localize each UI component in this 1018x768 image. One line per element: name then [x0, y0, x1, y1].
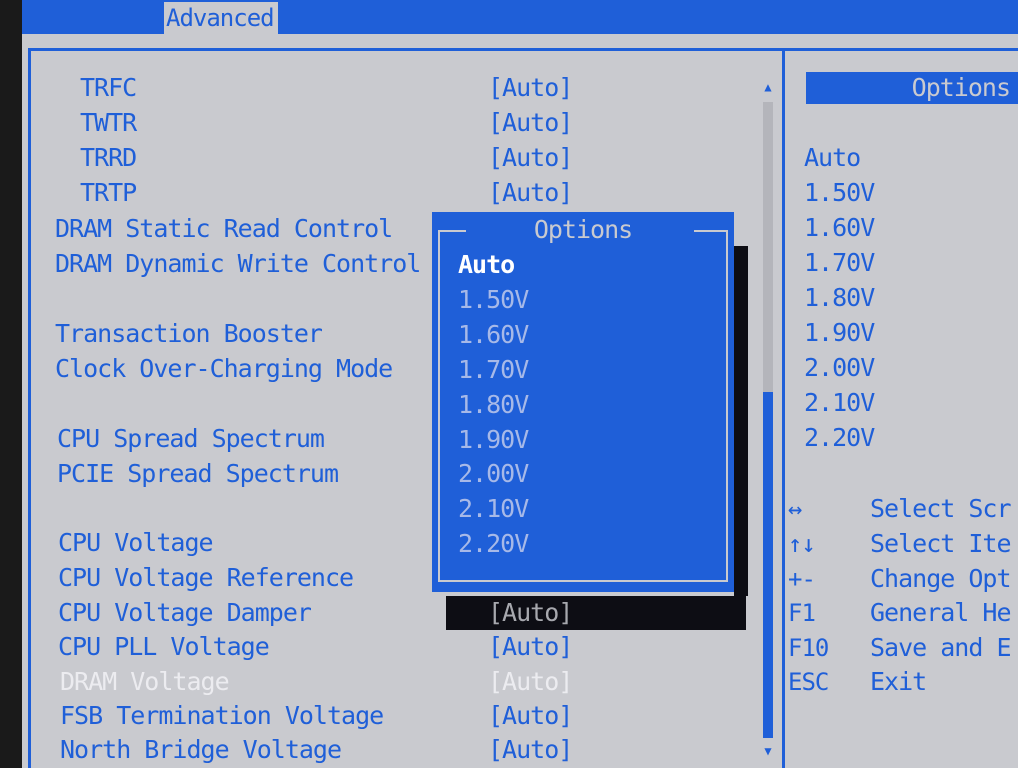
setting-north-bridge-voltage-value[interactable]: [Auto] — [488, 734, 573, 766]
side-options-header: Options — [806, 72, 1018, 104]
setting-clock-over-charging-mode[interactable]: Clock Over-Charging Mode — [55, 353, 393, 385]
setting-cpu-pll-voltage-value[interactable]: [Auto] — [488, 631, 573, 663]
bios-screen: Advanced TRFC [Auto] TWTR [Auto] TRRD [A… — [22, 0, 1018, 768]
setting-dram-dynamic-write-control[interactable]: DRAM Dynamic Write Control — [55, 248, 421, 280]
setting-trrd-label[interactable]: TRRD — [80, 142, 137, 174]
setting-cpu-spread-spectrum[interactable]: CPU Spread Spectrum — [57, 423, 325, 455]
setting-twtr-label[interactable]: TWTR — [80, 107, 137, 139]
key-general-help-desc: General He — [870, 598, 1012, 627]
popup-option-1-70v[interactable]: 1.70V — [458, 354, 529, 386]
popup-title: Options — [533, 215, 633, 244]
menu-bar: Advanced — [22, 0, 1018, 34]
key-save-exit-desc: Save and E — [870, 633, 1012, 662]
popup-option-2-00v[interactable]: 2.00V — [458, 458, 529, 490]
side-option-2-20v: 2.20V — [804, 423, 875, 452]
popup-option-1-50v[interactable]: 1.50V — [458, 284, 529, 316]
setting-cpu-voltage-damper-value[interactable]: [Auto] — [488, 597, 573, 629]
side-option-2-10v: 2.10V — [804, 388, 875, 417]
setting-cpu-voltage-reference[interactable]: CPU Voltage Reference — [58, 562, 354, 594]
settings-scrollbar[interactable]: ▲ ▼ — [761, 80, 775, 760]
setting-dram-static-read-control[interactable]: DRAM Static Read Control — [55, 213, 393, 245]
scroll-down-icon[interactable]: ▼ — [761, 744, 775, 758]
setting-dram-voltage-value[interactable]: [Auto] — [488, 666, 573, 698]
panel-divider — [782, 48, 785, 768]
help-panel-frame — [785, 48, 1018, 51]
setting-cpu-pll-voltage-label[interactable]: CPU PLL Voltage — [58, 631, 270, 663]
side-option-1-60v: 1.60V — [804, 213, 875, 242]
setting-transaction-booster[interactable]: Transaction Booster — [55, 318, 323, 350]
setting-twtr-value[interactable]: [Auto] — [488, 107, 573, 139]
setting-fsb-termination-voltage-label[interactable]: FSB Termination Voltage — [60, 700, 384, 732]
setting-pcie-spread-spectrum[interactable]: PCIE Spread Spectrum — [57, 458, 339, 490]
key-select-item-desc: Select Ite — [870, 529, 1012, 558]
popup-shadow — [734, 246, 748, 596]
popup-option-1-90v[interactable]: 1.90V — [458, 424, 529, 456]
setting-cpu-voltage-damper-label[interactable]: CPU Voltage Damper — [58, 597, 312, 629]
side-option-1-50v: 1.50V — [804, 178, 875, 207]
options-popup: Options Auto 1.50V 1.60V 1.70V 1.80V 1.9… — [432, 212, 734, 592]
side-option-1-80v: 1.80V — [804, 283, 875, 312]
side-option-1-70v: 1.70V — [804, 248, 875, 277]
scroll-thumb[interactable] — [763, 102, 773, 392]
popup-option-1-60v[interactable]: 1.60V — [458, 319, 529, 351]
popup-option-2-10v[interactable]: 2.10V — [458, 493, 529, 525]
scroll-up-icon[interactable]: ▲ — [761, 80, 775, 94]
popup-option-1-80v[interactable]: 1.80V — [458, 389, 529, 421]
setting-fsb-termination-voltage-value[interactable]: [Auto] — [488, 700, 573, 732]
key-plus-minus: +- — [788, 565, 816, 593]
setting-trtp-label[interactable]: TRTP — [80, 177, 137, 209]
side-option-1-90v: 1.90V — [804, 318, 875, 347]
setting-trrd-value[interactable]: [Auto] — [488, 142, 573, 174]
side-option-auto: Auto — [804, 143, 861, 172]
setting-dram-voltage-label[interactable]: DRAM Voltage — [60, 666, 230, 698]
key-up-down-icon: ↑↓ — [788, 530, 816, 558]
side-option-2-00v: 2.00V — [804, 353, 875, 382]
key-f10: F10 — [788, 634, 829, 662]
key-left-right-icon: ↔ — [788, 495, 802, 523]
setting-north-bridge-voltage-label[interactable]: North Bridge Voltage — [60, 734, 342, 766]
setting-trfc-value[interactable]: [Auto] — [488, 72, 573, 104]
key-esc: ESC — [788, 668, 829, 696]
popup-option-auto[interactable]: Auto — [458, 249, 515, 281]
setting-trtp-value[interactable]: [Auto] — [488, 177, 573, 209]
tab-advanced[interactable]: Advanced — [164, 2, 278, 34]
popup-option-2-20v[interactable]: 2.20V — [458, 528, 529, 560]
key-change-option-desc: Change Opt — [870, 564, 1012, 593]
key-select-screen-desc: Select Scr — [870, 494, 1012, 523]
setting-trfc-label[interactable]: TRFC — [80, 72, 137, 104]
setting-cpu-voltage[interactable]: CPU Voltage — [58, 527, 214, 559]
key-exit-desc: Exit — [870, 667, 927, 696]
key-f1: F1 — [788, 599, 816, 627]
